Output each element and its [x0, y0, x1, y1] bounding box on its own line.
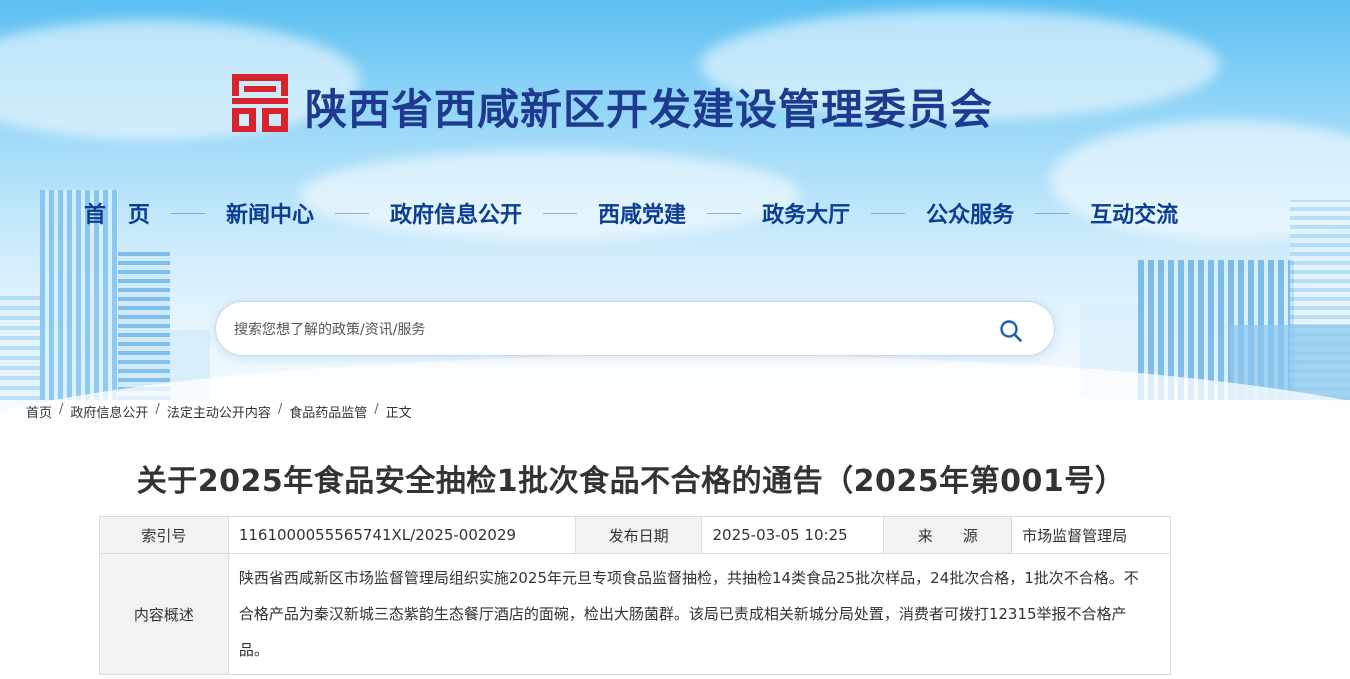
building-decoration: [118, 250, 170, 400]
nav-divider: [335, 212, 370, 214]
table-row: 内容概述 陕西省西咸新区市场监督管理局组织实施2025年元旦专项食品监督抽检，共…: [99, 553, 1172, 675]
header-banner: [0, 0, 1350, 460]
index-number-label: 索引号: [99, 516, 229, 554]
breadcrumb-statutory-content[interactable]: 法定主动公开内容: [167, 402, 271, 421]
breadcrumb-food-drug[interactable]: 食品药品监管: [289, 402, 367, 421]
nav-item-home[interactable]: 首 页: [84, 197, 150, 229]
nav-item-news[interactable]: 新闻中心: [226, 197, 314, 229]
nav-divider: [543, 212, 578, 214]
search-icon[interactable]: [998, 318, 1024, 344]
building-decoration: [0, 290, 40, 400]
xixian-seal-logo-icon[interactable]: [230, 72, 290, 134]
article-meta-table: 索引号 1161000055565741XL/2025-002029 发布日期 …: [99, 516, 1172, 675]
breadcrumb-separator: /: [155, 402, 160, 417]
main-nav: 首 页 新闻中心 政府信息公开 西咸党建 政务大厅 公众服务 互动交流: [84, 196, 1178, 230]
nav-divider: [171, 212, 206, 214]
source-label: 来 源: [883, 516, 1013, 554]
nav-divider: [871, 212, 906, 214]
breadcrumb-home[interactable]: 首页: [26, 402, 52, 421]
publish-date-label: 发布日期: [574, 516, 703, 554]
nav-item-public-service[interactable]: 公众服务: [926, 197, 1014, 229]
search-bar: [215, 301, 1055, 357]
article-title: 关于2025年食品安全抽检1批次食品不合格的通告（2025年第001号）: [136, 464, 1126, 499]
index-number-value: 1161000055565741XL/2025-002029: [227, 516, 576, 554]
nav-divider: [707, 212, 742, 214]
nav-item-party[interactable]: 西咸党建: [598, 197, 686, 229]
source-value: 市场监督管理局: [1011, 516, 1171, 554]
table-row: 索引号 1161000055565741XL/2025-002029 发布日期 …: [99, 516, 1171, 554]
site-title: 陕西省西咸新区开发建设管理委员会: [305, 85, 994, 134]
nav-item-gov-info[interactable]: 政府信息公开: [390, 197, 522, 229]
nav-item-interaction[interactable]: 互动交流: [1090, 197, 1178, 229]
breadcrumb-separator: /: [277, 402, 283, 417]
nav-item-service-hall[interactable]: 政务大厅: [762, 197, 850, 229]
breadcrumb-current: 正文: [385, 406, 412, 421]
nav-divider: [1035, 212, 1070, 214]
summary-value: 陕西省西咸新区市场监督管理局组织实施2025年元旦专项食品监督抽检，共抽检14类…: [227, 553, 1172, 675]
breadcrumb: 首页 / 政府信息公开 / 法定主动公开内容 / 食品药品监管 / 正文: [26, 402, 412, 421]
search-input[interactable]: [234, 302, 994, 357]
breadcrumb-gov-info[interactable]: 政府信息公开: [70, 402, 148, 421]
publish-date-value: 2025-03-05 10:25: [701, 516, 885, 554]
summary-label: 内容概述: [99, 553, 229, 675]
breadcrumb-separator: /: [374, 402, 379, 417]
breadcrumb-separator: /: [59, 402, 64, 417]
